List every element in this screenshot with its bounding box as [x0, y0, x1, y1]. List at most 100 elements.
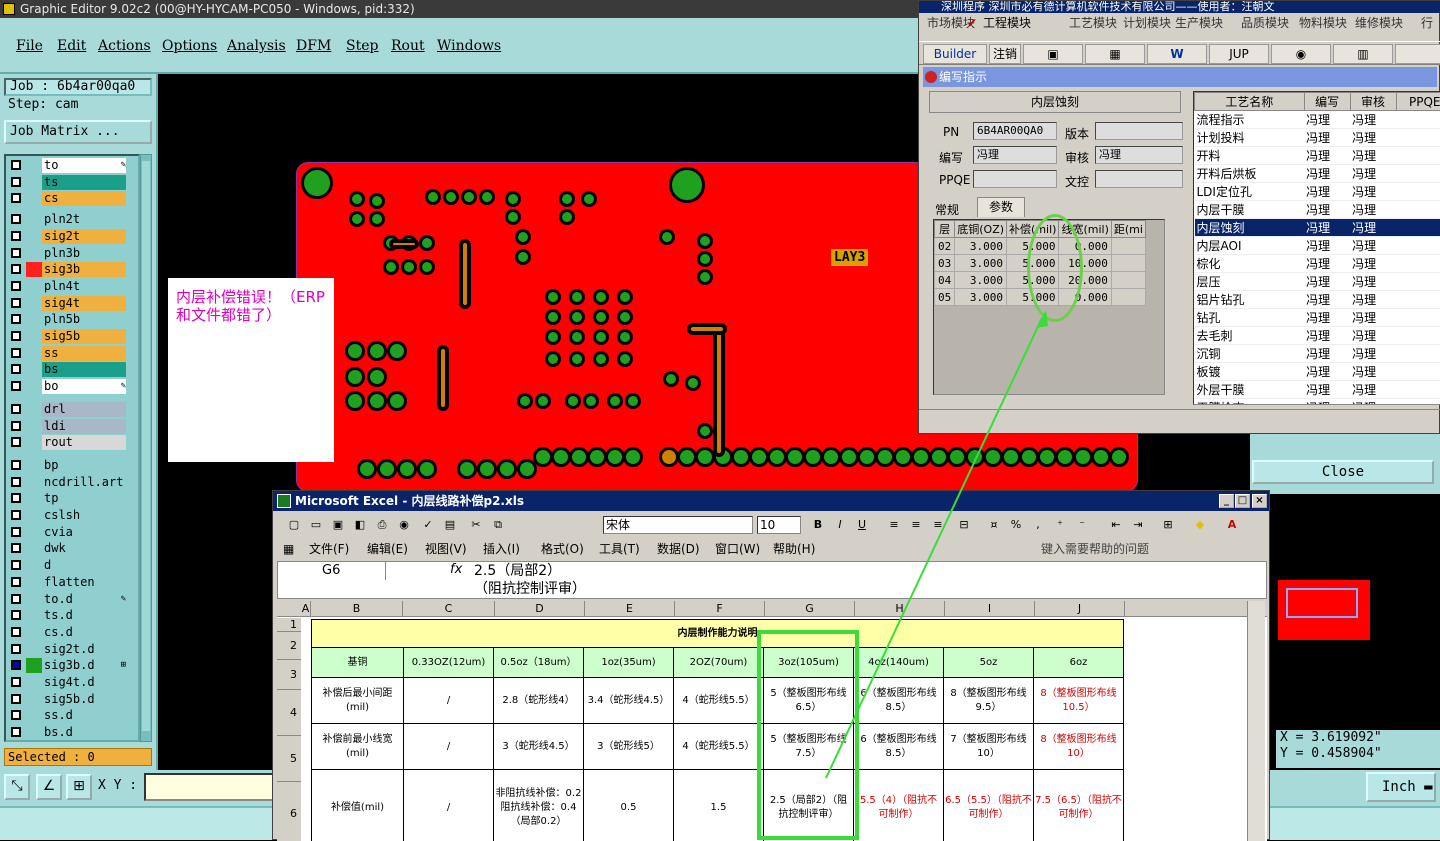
- erp-module-5[interactable]: 品质模块: [1241, 13, 1289, 33]
- increase-decimal-icon[interactable]: ⁺: [1051, 516, 1069, 534]
- cut-icon[interactable]: ✂: [467, 516, 485, 534]
- layer-name[interactable]: to.d✎: [42, 592, 126, 607]
- layer-row[interactable]: ncdrill.art: [8, 475, 138, 490]
- xy-input[interactable]: [144, 773, 274, 801]
- layer-name[interactable]: pln5b: [42, 312, 126, 327]
- layer-name[interactable]: d: [42, 558, 126, 573]
- spell-icon[interactable]: ✓: [419, 516, 437, 534]
- job-matrix-button[interactable]: Job Matrix ...: [4, 120, 152, 144]
- erp-module-4[interactable]: 生产模块: [1175, 13, 1223, 33]
- layer-name[interactable]: cs.d: [42, 625, 126, 640]
- menu-file[interactable]: File: [16, 38, 43, 54]
- layer-name[interactable]: sig3b.d⊞: [42, 658, 126, 673]
- layer-row[interactable]: drl: [8, 402, 138, 417]
- measure-icon[interactable]: ∠: [36, 774, 62, 800]
- layer-row[interactable]: sig5b.d: [8, 692, 138, 707]
- close-button[interactable]: Close: [1252, 460, 1434, 484]
- minimize-icon[interactable]: _: [1219, 494, 1234, 508]
- archive-icon[interactable]: ▥: [1333, 44, 1393, 64]
- pn-field[interactable]: 6B4AR00QA0: [973, 122, 1057, 140]
- layer-name[interactable]: ncdrill.art: [42, 475, 126, 490]
- column-header[interactable]: A: [301, 601, 311, 617]
- layer-row[interactable]: sig2t: [8, 229, 138, 244]
- align-center-icon[interactable]: ≡: [907, 516, 925, 534]
- merge-icon[interactable]: ⊟: [955, 516, 973, 534]
- layer-checkbox[interactable]: [11, 677, 21, 687]
- excel-menu-item[interactable]: 视图(V): [425, 539, 467, 559]
- layer-row[interactable]: dwk: [8, 541, 138, 556]
- excel-menu-item[interactable]: 编辑(E): [367, 539, 408, 559]
- layer-name[interactable]: bs: [42, 362, 126, 377]
- data-cell[interactable]: 8（整板图形布线10.5）: [1034, 678, 1124, 724]
- erp-btn-logout[interactable]: 注销: [989, 44, 1021, 64]
- layer-row[interactable]: ss.d: [8, 708, 138, 723]
- layer-row[interactable]: ss: [8, 346, 138, 361]
- erp-module-1[interactable]: 工程模块: [983, 13, 1031, 33]
- proc-row[interactable]: 内层AOI冯理冯理: [1195, 237, 1440, 255]
- layer-name[interactable]: pln2t: [42, 212, 126, 227]
- layer-row[interactable]: bo✎: [8, 379, 138, 394]
- row-header[interactable]: 5: [277, 736, 301, 782]
- border-icon[interactable]: ⊞: [1159, 516, 1177, 534]
- row-header[interactable]: 4: [277, 690, 301, 736]
- vertical-scrollbar[interactable]: [1247, 601, 1265, 841]
- layer-checkbox[interactable]: [11, 331, 21, 341]
- layer-row[interactable]: ts.d: [8, 608, 138, 623]
- review-field[interactable]: 冯理: [1095, 146, 1183, 164]
- column-header[interactable]: I: [945, 601, 1035, 617]
- proc-row[interactable]: 内层蚀刻冯理冯理: [1195, 219, 1440, 237]
- layer-checkbox[interactable]: [11, 543, 21, 553]
- currency-icon[interactable]: ¤: [985, 516, 1003, 534]
- excel-menu-item[interactable]: 数据(D): [657, 539, 700, 559]
- version-field[interactable]: [1095, 122, 1183, 140]
- layer-name[interactable]: ss: [42, 346, 126, 361]
- layer-name[interactable]: rout: [42, 435, 126, 450]
- layer-checkbox[interactable]: [11, 404, 21, 414]
- data-cell[interactable]: 7.5（6.5）（阻抗不可制作）: [1034, 770, 1124, 841]
- layer-checkbox[interactable]: [11, 160, 21, 170]
- layer-name[interactable]: ss.d: [42, 708, 126, 723]
- layer-row[interactable]: sig2t.d: [8, 642, 138, 657]
- layer-row[interactable]: sig5b: [8, 329, 138, 344]
- layer-row[interactable]: ldi: [8, 419, 138, 434]
- layer-checkbox[interactable]: [11, 644, 21, 654]
- excel-icon[interactable]: ▦: [1085, 44, 1145, 64]
- data-cell[interactable]: 2.8（蛇形线4）: [494, 678, 584, 724]
- layer-checkbox[interactable]: [11, 231, 21, 241]
- excel-menu-item[interactable]: 文件(F): [309, 539, 349, 559]
- column-header[interactable]: G: [765, 601, 855, 617]
- data-cell[interactable]: 8（整板图形布线10）: [1034, 724, 1124, 770]
- menu-windows[interactable]: Windows: [437, 38, 501, 54]
- layer-row[interactable]: to.d✎: [8, 592, 138, 607]
- data-cell[interactable]: /: [404, 678, 494, 724]
- row-header[interactable]: 3: [277, 660, 301, 690]
- indent-icon[interactable]: ⇤: [1107, 516, 1125, 534]
- proc-row[interactable]: 开料后烘板冯理冯理: [1195, 165, 1440, 183]
- help-search[interactable]: 键入需要帮助的问题: [1041, 539, 1149, 559]
- layer-row[interactable]: pln3b: [8, 246, 138, 261]
- grid-icon[interactable]: ⊞: [66, 774, 92, 800]
- header-cell[interactable]: 5oz: [944, 648, 1034, 678]
- menu-analysis[interactable]: Analysis: [227, 38, 286, 54]
- layer-name[interactable]: ts.d: [42, 608, 126, 623]
- layer-row[interactable]: pln2t: [8, 212, 138, 227]
- proc-row[interactable]: 沉铜冯理冯理: [1195, 345, 1440, 363]
- proc-row[interactable]: 流程指示冯理冯理: [1195, 111, 1440, 129]
- layer-name[interactable]: pln4t: [42, 279, 126, 294]
- close-icon[interactable]: ×: [1252, 494, 1267, 508]
- minimap[interactable]: [1278, 580, 1370, 640]
- writer-field[interactable]: 冯理: [973, 146, 1057, 164]
- excel-menu-item[interactable]: 格式(O): [541, 539, 584, 559]
- erp-btn-builder[interactable]: Builder: [923, 44, 987, 64]
- layer-checkbox[interactable]: [11, 314, 21, 324]
- proc-row[interactable]: 棕化冯理冯理: [1195, 255, 1440, 273]
- column-header[interactable]: B: [311, 601, 403, 617]
- data-cell[interactable]: 3.4（蛇形线4.5）: [584, 678, 674, 724]
- proc-row[interactable]: 外层干膜冯理冯理: [1195, 381, 1440, 399]
- menu-edit[interactable]: Edit: [57, 38, 86, 54]
- data-cell[interactable]: 3（蛇形线4.5）: [494, 724, 584, 770]
- header-cell[interactable]: 0.5oz（18um）: [494, 648, 584, 678]
- formula-input[interactable]: 2.5（局部2） （阻抗控制评审）: [474, 562, 586, 598]
- layer-checkbox[interactable]: [11, 493, 21, 503]
- layer-name[interactable]: tp: [42, 491, 126, 506]
